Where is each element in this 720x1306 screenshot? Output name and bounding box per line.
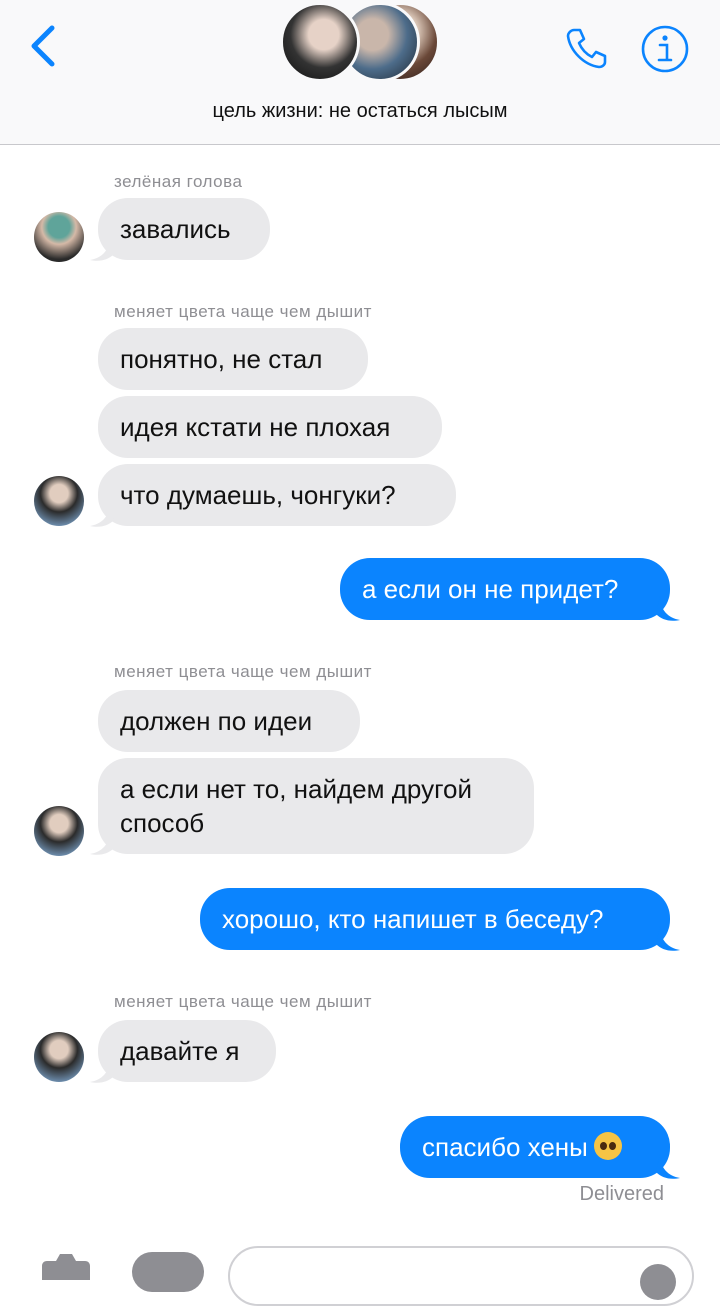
bubble-tail <box>90 830 114 855</box>
outgoing-bubble[interactable]: спасибо хены <box>400 1116 670 1178</box>
bubble-tail <box>656 596 680 621</box>
phone-icon[interactable] <box>562 24 610 72</box>
sender-name: зелёная голова <box>114 172 243 191</box>
avatar[interactable] <box>34 212 84 262</box>
sender-name: меняет цвета чаще чем дышит <box>114 662 372 681</box>
pleading-face-icon <box>593 1132 622 1160</box>
message-line: способ <box>120 808 205 838</box>
compose-bar <box>0 1240 720 1306</box>
group-avatars[interactable] <box>280 2 450 82</box>
sender-name: меняет цвета чаще чем дышит <box>114 992 372 1011</box>
avatar[interactable] <box>34 806 84 856</box>
chevron-left-icon[interactable] <box>24 22 64 70</box>
message-input[interactable] <box>228 1246 694 1306</box>
microphone-icon[interactable] <box>640 1264 676 1300</box>
apps-button[interactable] <box>132 1252 204 1292</box>
avatar <box>280 2 360 82</box>
bubble-tail <box>656 1154 680 1179</box>
bubble-tail <box>90 236 114 261</box>
outgoing-bubble[interactable]: хорошо, кто напишет в беседу? <box>200 888 670 950</box>
incoming-bubble[interactable]: завались <box>98 198 270 260</box>
bubble-tail <box>656 926 680 951</box>
incoming-bubble[interactable]: идея кстати не плохая <box>98 396 442 458</box>
info-icon[interactable] <box>640 24 690 74</box>
conversation-header: цель жизни: не остаться лысым <box>0 0 720 145</box>
bubble-tail <box>90 1058 114 1083</box>
incoming-bubble[interactable]: должен по идеи <box>98 690 360 752</box>
outgoing-bubble[interactable]: а если он не придет? <box>340 558 670 620</box>
incoming-bubble[interactable]: что думаешь, чонгуки? <box>98 464 456 526</box>
sender-name: меняет цвета чаще чем дышит <box>114 302 372 321</box>
incoming-bubble[interactable]: давайте я <box>98 1020 276 1082</box>
incoming-bubble[interactable]: понятно, не стал <box>98 328 368 390</box>
delivery-status: Delivered <box>579 1183 664 1205</box>
bubble-tail <box>90 502 114 527</box>
message-text: спасибо хены <box>422 1132 588 1162</box>
incoming-bubble[interactable]: а если нет то, найдем другой способ <box>98 758 534 854</box>
message-line: а если нет то, найдем другой <box>120 774 472 804</box>
camera-icon[interactable] <box>38 1250 94 1280</box>
group-title[interactable]: цель жизни: не остаться лысым <box>0 100 720 123</box>
avatar[interactable] <box>34 1032 84 1082</box>
avatar[interactable] <box>34 476 84 526</box>
